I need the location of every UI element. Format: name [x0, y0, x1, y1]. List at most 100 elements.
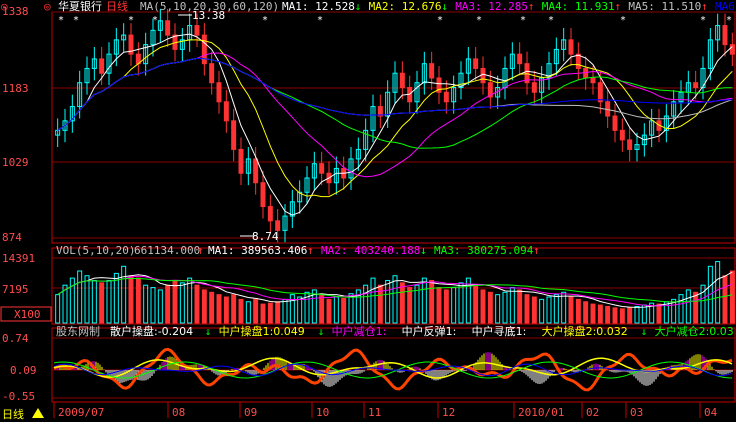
volume-bar [502, 291, 508, 324]
volume-bar [407, 287, 413, 324]
volume-bar [319, 294, 325, 324]
volume-bar [451, 287, 457, 324]
volume-bar [128, 275, 134, 324]
candle-body [260, 182, 266, 208]
vol-unit: X100 [14, 308, 41, 321]
volume-bar [216, 294, 222, 324]
ind-tick-074: 0.74 [2, 332, 29, 345]
candle-body [531, 82, 537, 93]
volume-bar [597, 304, 603, 324]
volume-bar [157, 289, 163, 324]
stock-chart[interactable]: * * * * * * * * * * * * * ◎ ◎ 华夏银行 日线 MA(5,10,20,30,… [0, 0, 736, 422]
vol-tick-7195: 7195 [2, 283, 29, 296]
x-label: 2009/07 [58, 406, 104, 419]
vol-ma-value-3: MA3: 380275.094 [434, 244, 534, 257]
refresh-icon[interactable]: ◎ [44, 0, 51, 13]
low-marker: 8.74 [252, 230, 279, 243]
candle-body [612, 115, 618, 131]
ind-tick-055: -0.55 [2, 390, 35, 403]
candle-body [99, 58, 105, 74]
ma-arrow-5: ↑ [701, 0, 708, 13]
x-axis: 2009/07 08 09 10 11 12 2010/01 02 03 04 [53, 402, 718, 419]
volume-bar [429, 279, 435, 324]
vol-title: VOL(5,10,20) [56, 244, 135, 257]
volume-bar [619, 308, 625, 324]
ma-arrow-4: ↑ [614, 0, 621, 13]
volume-bar [641, 304, 647, 324]
candle-body [619, 129, 625, 141]
candle-body [729, 44, 735, 55]
indicator-value-5: 中户寻底1: [472, 324, 527, 338]
main-y-axis: 1338 1183 1029 874 [2, 5, 29, 244]
candle-body [267, 206, 273, 222]
x-label: 02 [586, 406, 599, 419]
volume-bar [458, 282, 464, 324]
candle-body [231, 120, 237, 150]
bottom-period-label: 日线 [2, 407, 24, 421]
volume-bar [524, 294, 530, 324]
chart-frames: * * * * * * * * * * * * * [51, 11, 736, 403]
volume-bar [487, 291, 493, 324]
candle-body [194, 25, 200, 36]
ma-value-6: MA6: [715, 0, 736, 13]
volume-bar [583, 301, 589, 324]
volume-bar [84, 275, 90, 324]
volume-bar [715, 261, 721, 324]
volume-bar [539, 298, 545, 324]
candle-body [473, 58, 479, 69]
volume-bars [55, 261, 735, 324]
volume-bar [385, 279, 391, 324]
ma-arrow-1: ↓ [355, 0, 362, 13]
volume-bar [678, 294, 684, 324]
volume-bar [509, 287, 515, 324]
volume-bar [399, 282, 405, 324]
candle-body [165, 20, 171, 36]
candle-body [480, 67, 486, 84]
volume-bar [201, 289, 207, 324]
candle-body [597, 82, 603, 103]
volume-bar [685, 289, 691, 324]
volume-bar [421, 277, 427, 324]
ma-values: MA1: 12.528 ↓ MA2: 12.676 ↓ MA3: 12.285 ↑ MA4:… [282, 0, 736, 13]
volume-bar [297, 296, 303, 324]
candle-body [216, 82, 222, 103]
indicator-value-2: 中户操盘1:0.049 [219, 324, 305, 338]
volume-bar [568, 296, 574, 324]
signal-star-icon: * [726, 15, 732, 26]
indicator-arrow-2: ↓ [318, 325, 325, 338]
volume-bar [436, 287, 442, 324]
volume-bar [172, 279, 178, 324]
candle-body [253, 158, 259, 184]
ma-line-5 [57, 33, 733, 216]
candle-body [590, 77, 596, 84]
volume-bar [135, 277, 141, 324]
vol-ma-values: MA1: 389563.406 ↑ MA2: 403240.188 ↓ MA3: 380… [208, 244, 540, 257]
panel-frame [51, 11, 736, 244]
indicator-title: 股东网制 [56, 325, 100, 338]
signal-star-icon: * [437, 15, 443, 26]
volume-bar [656, 303, 662, 324]
volume-bar [143, 284, 149, 324]
volume-bar [260, 303, 266, 324]
x-label: 12 [442, 406, 455, 419]
moving-average-lines [57, 33, 733, 216]
x-label: 2010/01 [518, 406, 564, 419]
signal-star-icon: * [700, 15, 706, 26]
volume-bar [282, 298, 288, 324]
period-selector[interactable]: 日线 [2, 407, 44, 421]
volume-bar [693, 291, 699, 324]
volume-bar [245, 301, 251, 324]
vol-ma-value-1: MA1: 389563.406 [208, 244, 307, 257]
candle-body [443, 91, 449, 103]
signal-star-icon: * [262, 15, 268, 26]
volume-bar [91, 279, 97, 324]
vol-ma-arrow-2: ↓ [420, 244, 427, 257]
volume-bar [605, 305, 611, 324]
volume-bar [363, 284, 369, 324]
volume-bar [546, 296, 552, 324]
vol-header: VOL(5,10,20) 661134.000 ↑ [56, 244, 204, 257]
volume-bar [590, 303, 596, 324]
volume-bar [121, 265, 127, 324]
y-tick-1183: 1183 [2, 82, 29, 95]
volume-bar [553, 294, 559, 324]
